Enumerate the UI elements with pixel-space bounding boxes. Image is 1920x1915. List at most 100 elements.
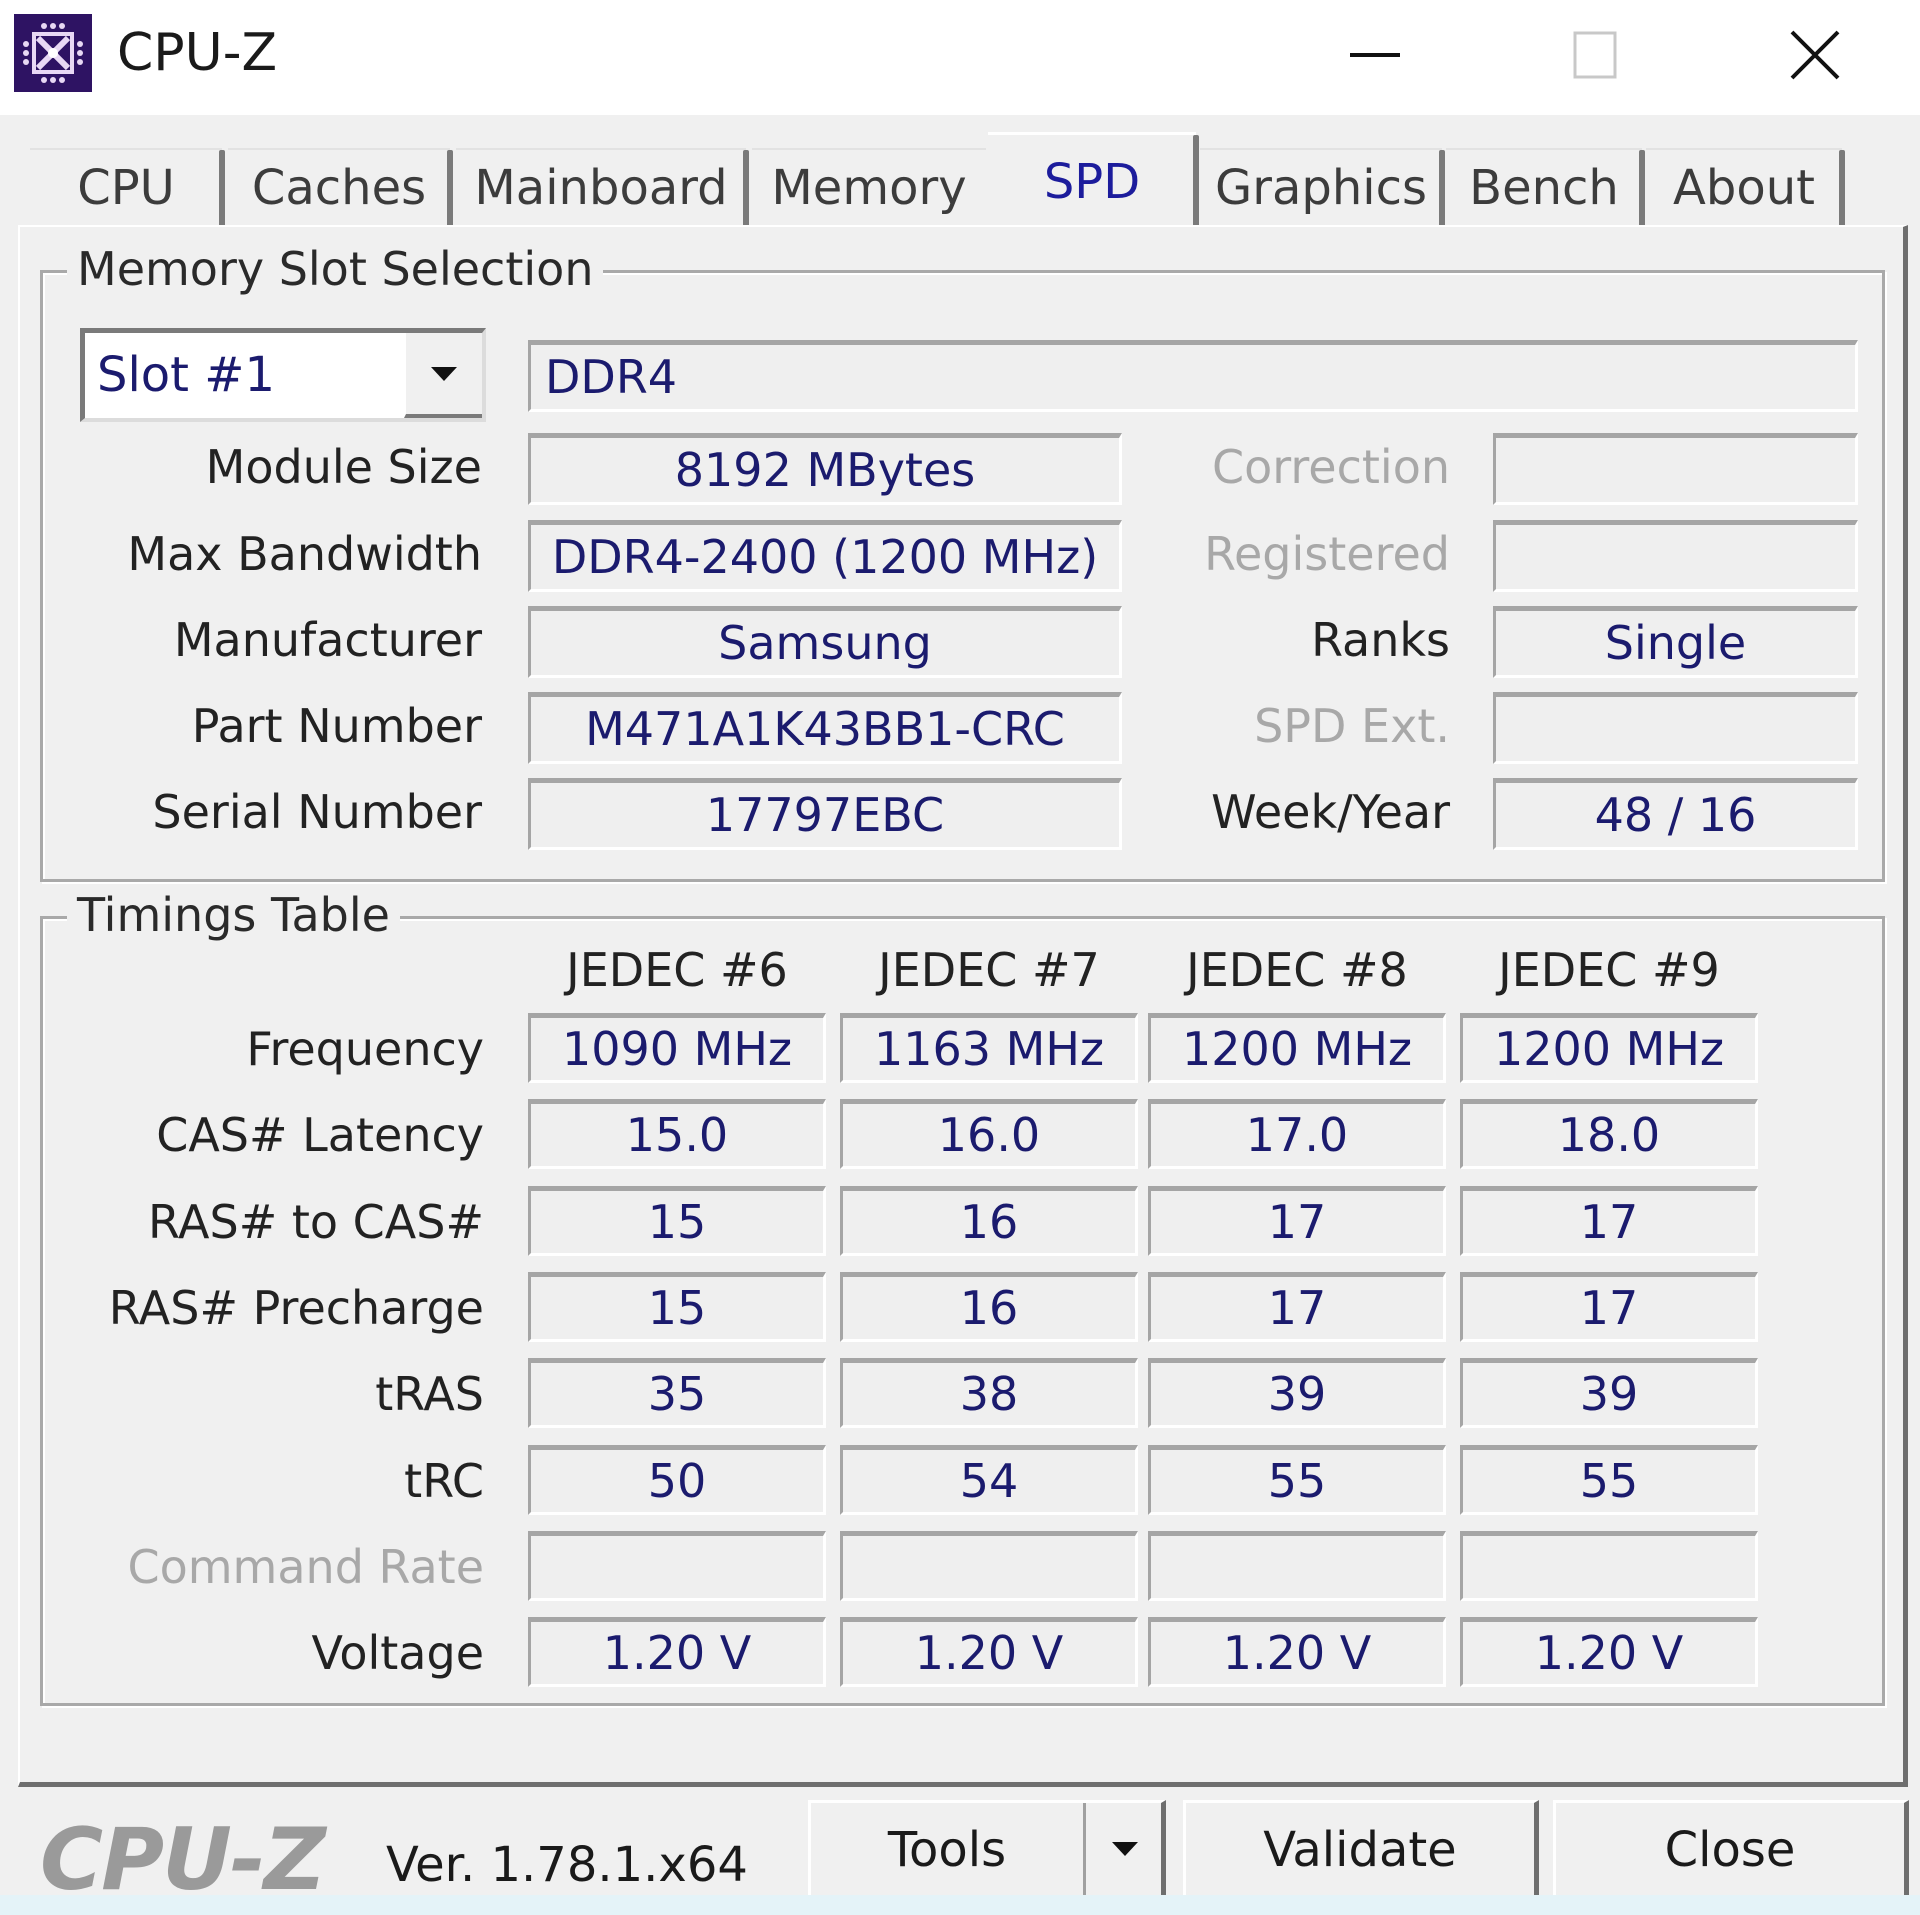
timing-cell: 1200 MHz — [1148, 1013, 1446, 1083]
timing-row-label: Frequency — [246, 1022, 484, 1076]
timing-cell: 1.20 V — [1460, 1617, 1758, 1687]
timing-cell: 16 — [840, 1186, 1138, 1256]
field-label: Week/Year — [1211, 785, 1450, 839]
registered-field — [1493, 520, 1858, 592]
timing-cell: 54 — [840, 1445, 1138, 1515]
timing-cell — [840, 1531, 1138, 1601]
timing-cell — [1148, 1531, 1446, 1601]
window-title: CPU-Z — [117, 23, 278, 83]
minimize-icon — [1350, 53, 1400, 57]
field-label: Module Size — [205, 440, 482, 494]
group-title: Timings Table — [67, 887, 400, 943]
cpu-chip-icon — [14, 14, 92, 92]
timing-cell: 35 — [528, 1358, 826, 1428]
maximize-icon — [1573, 31, 1617, 79]
timing-row-label: RAS# Precharge — [108, 1281, 484, 1335]
spd-ext--field — [1493, 692, 1858, 764]
tab-about[interactable]: About — [1646, 148, 1845, 230]
field-label: Serial Number — [152, 785, 482, 839]
timing-cell: 16.0 — [840, 1099, 1138, 1169]
group-title: Memory Slot Selection — [67, 241, 604, 297]
maximize-button[interactable] — [1520, 0, 1670, 110]
column-header: JEDEC #6 — [566, 943, 788, 997]
timing-cell: 17 — [1460, 1272, 1758, 1342]
field-label: Manufacturer — [173, 613, 482, 667]
timing-cell: 1200 MHz — [1460, 1013, 1758, 1083]
timing-row-label: RAS# to CAS# — [147, 1195, 484, 1249]
timing-cell: 17 — [1460, 1186, 1758, 1256]
slot-dropdown-button[interactable] — [404, 333, 482, 418]
field-label: Max Bandwidth — [127, 527, 482, 581]
tab-label: Mainboard — [474, 160, 728, 216]
tab-label: About — [1673, 160, 1815, 216]
week-year-field: 48 / 16 — [1493, 778, 1858, 850]
slot-dropdown[interactable]: Slot #1 — [80, 328, 486, 422]
timing-row-label: tRAS — [375, 1367, 484, 1421]
tab-label: Graphics — [1215, 160, 1427, 216]
window-bottom-edge — [0, 1895, 1920, 1915]
timing-row-label: CAS# Latency — [156, 1108, 484, 1162]
timing-cell: 15 — [528, 1272, 826, 1342]
tools-button-label: Tools — [887, 1821, 1007, 1878]
column-header: JEDEC #7 — [878, 943, 1100, 997]
tab-caches[interactable]: Caches — [228, 148, 453, 230]
tab-label: CPU — [77, 160, 175, 216]
chevron-down-icon — [1112, 1842, 1138, 1856]
timing-cell: 15 — [528, 1186, 826, 1256]
timing-cell: 55 — [1148, 1445, 1446, 1515]
tab-cpu[interactable]: CPU — [30, 148, 225, 230]
max-bandwidth-field: DDR4-2400 (1200 MHz) — [528, 520, 1122, 592]
slot-dropdown-value: Slot #1 — [97, 347, 276, 403]
tab-mainboard[interactable]: Mainboard — [456, 148, 749, 230]
field-label: Ranks — [1311, 613, 1450, 667]
timing-cell: 55 — [1460, 1445, 1758, 1515]
tab-graphics[interactable]: Graphics — [1200, 148, 1445, 230]
chevron-down-icon — [431, 366, 457, 381]
timing-cell: 1090 MHz — [528, 1013, 826, 1083]
close-window-button[interactable] — [1740, 0, 1890, 110]
close-icon — [1790, 30, 1840, 80]
correction-field — [1493, 433, 1858, 505]
timing-cell: 50 — [528, 1445, 826, 1515]
tools-dropdown-button[interactable] — [1086, 1803, 1164, 1895]
timing-cell: 39 — [1460, 1358, 1758, 1428]
ranks-field: Single — [1493, 606, 1858, 678]
version-text: Ver. 1.78.1.x64 — [386, 1837, 748, 1893]
memory-type-field: DDR4 — [528, 340, 1858, 412]
tab-bench[interactable]: Bench — [1446, 148, 1645, 230]
tab-label: Memory — [771, 160, 967, 216]
timing-cell: 1.20 V — [840, 1617, 1138, 1687]
field-label: SPD Ext. — [1254, 699, 1450, 753]
timing-row-label: Voltage — [311, 1626, 484, 1680]
timing-cell: 18.0 — [1460, 1099, 1758, 1169]
timing-cell — [1460, 1531, 1758, 1601]
field-label: Part Number — [191, 699, 482, 753]
tab-spd[interactable]: SPD — [988, 132, 1199, 231]
timing-cell: 17 — [1148, 1272, 1446, 1342]
tab-label: Bench — [1469, 160, 1619, 216]
serial-number-field: 17797EBC — [528, 778, 1122, 850]
timing-cell: 15.0 — [528, 1099, 826, 1169]
timing-cell: 1163 MHz — [840, 1013, 1138, 1083]
column-header: JEDEC #8 — [1186, 943, 1408, 997]
column-header: JEDEC #9 — [1498, 943, 1720, 997]
timing-cell: 39 — [1148, 1358, 1446, 1428]
module-size-field: 8192 MBytes — [528, 433, 1122, 505]
timing-cell: 1.20 V — [528, 1617, 826, 1687]
tools-button[interactable]: Tools — [808, 1800, 1166, 1902]
tab-label: SPD — [1043, 153, 1141, 210]
timing-cell: 38 — [840, 1358, 1138, 1428]
manufacturer-field: Samsung — [528, 606, 1122, 678]
tab-label: Caches — [251, 160, 427, 216]
field-label: Correction — [1212, 440, 1450, 494]
part-number-field: M471A1K43BB1-CRC — [528, 692, 1122, 764]
validate-button[interactable]: Validate — [1183, 1800, 1539, 1902]
timing-cell: 17 — [1148, 1186, 1446, 1256]
timing-row-label: Command Rate — [127, 1540, 484, 1594]
timing-cell: 16 — [840, 1272, 1138, 1342]
close-button[interactable]: Close — [1553, 1800, 1909, 1902]
timing-cell: 1.20 V — [1148, 1617, 1446, 1687]
minimize-button[interactable] — [1300, 0, 1450, 110]
tab-memory[interactable]: Memory — [752, 148, 986, 226]
field-label: Registered — [1204, 527, 1450, 581]
